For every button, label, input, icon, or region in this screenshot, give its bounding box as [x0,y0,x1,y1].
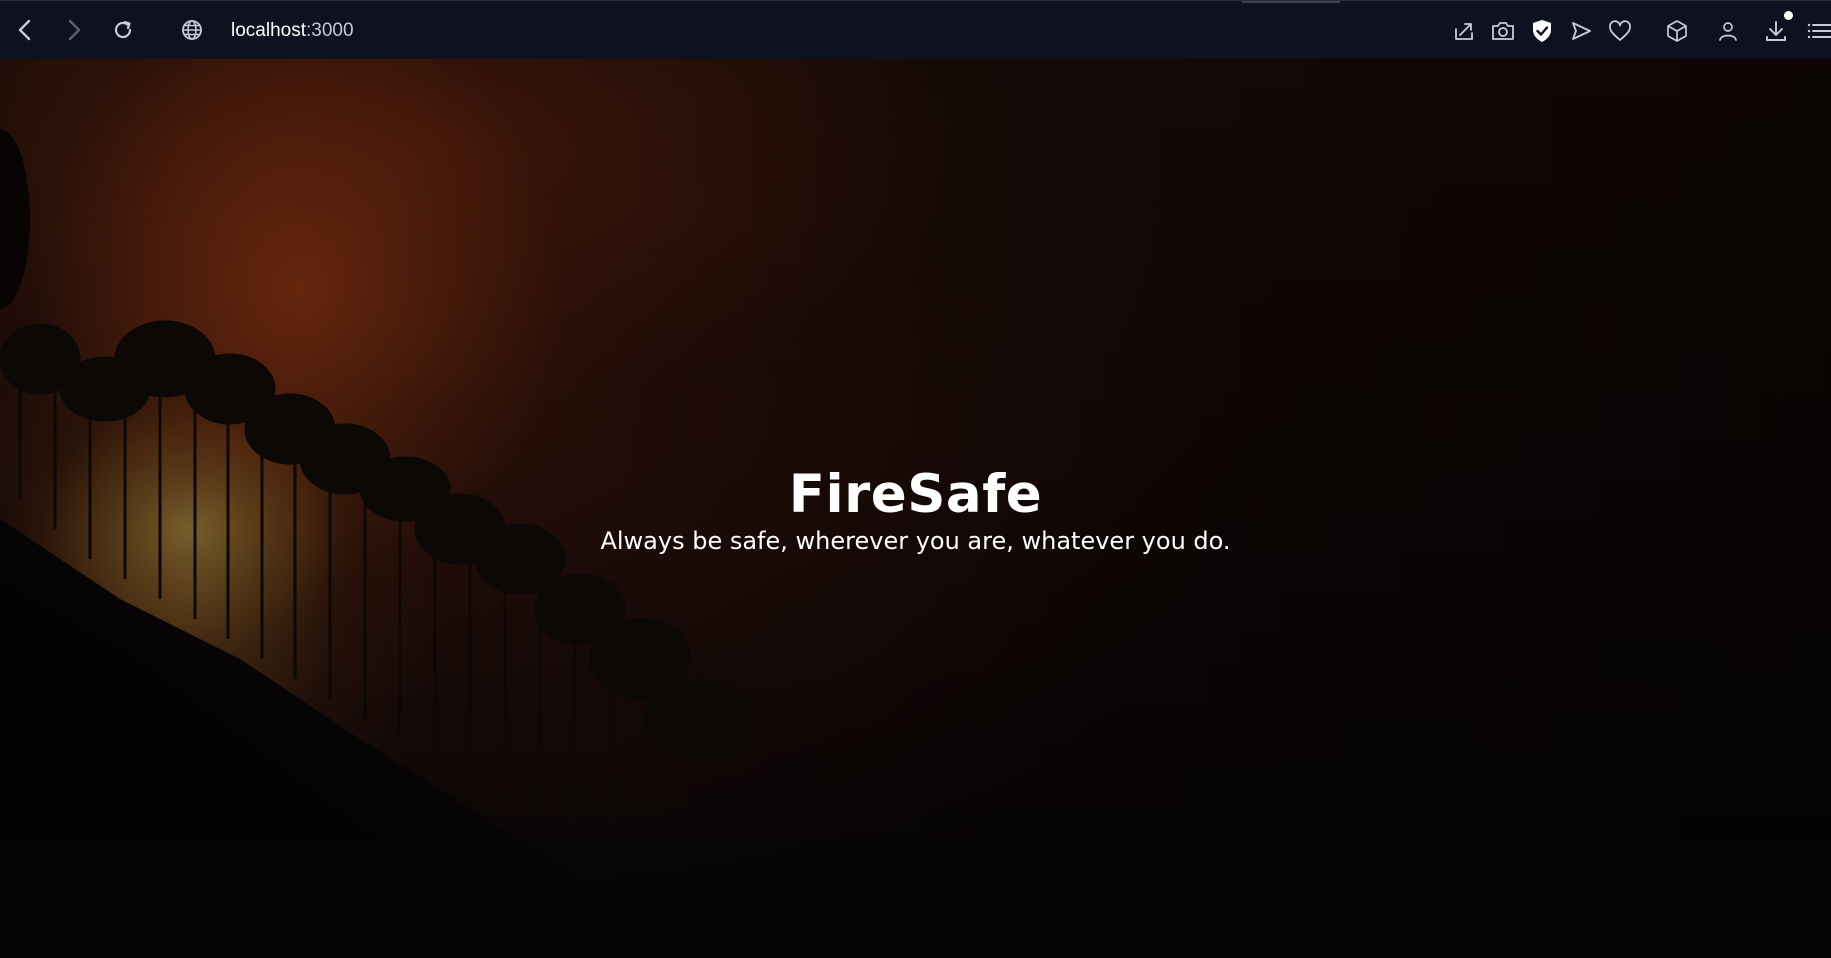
download-badge [1784,11,1793,20]
hero-tagline: Always be safe, wherever you are, whatev… [600,527,1231,555]
address-port: :3000 [306,20,354,41]
profile-icon[interactable] [1712,15,1744,47]
hero-title: FireSafe [788,464,1043,525]
hero-text-block: FireSafe Always be safe, wherever you ar… [0,464,1831,556]
tab-indicator [1242,1,1340,3]
shield-icon[interactable] [1526,15,1558,47]
menu-icon[interactable] [1805,15,1831,47]
address-bar[interactable]: localhost:3000 [231,18,354,44]
address-host: localhost [231,20,306,41]
browser-toolbar: localhost:3000 [0,0,1831,59]
heart-icon[interactable] [1604,15,1636,47]
cube-icon[interactable] [1661,15,1693,47]
site-info-icon[interactable] [177,15,207,45]
hero-section: FireSafe Always be safe, wherever you ar… [0,59,1831,958]
reload-icon[interactable] [108,15,138,45]
camera-icon[interactable] [1487,15,1519,47]
share-icon[interactable] [1448,15,1480,47]
send-icon[interactable] [1565,15,1597,47]
forward-icon[interactable] [59,15,89,45]
back-icon[interactable] [10,15,40,45]
